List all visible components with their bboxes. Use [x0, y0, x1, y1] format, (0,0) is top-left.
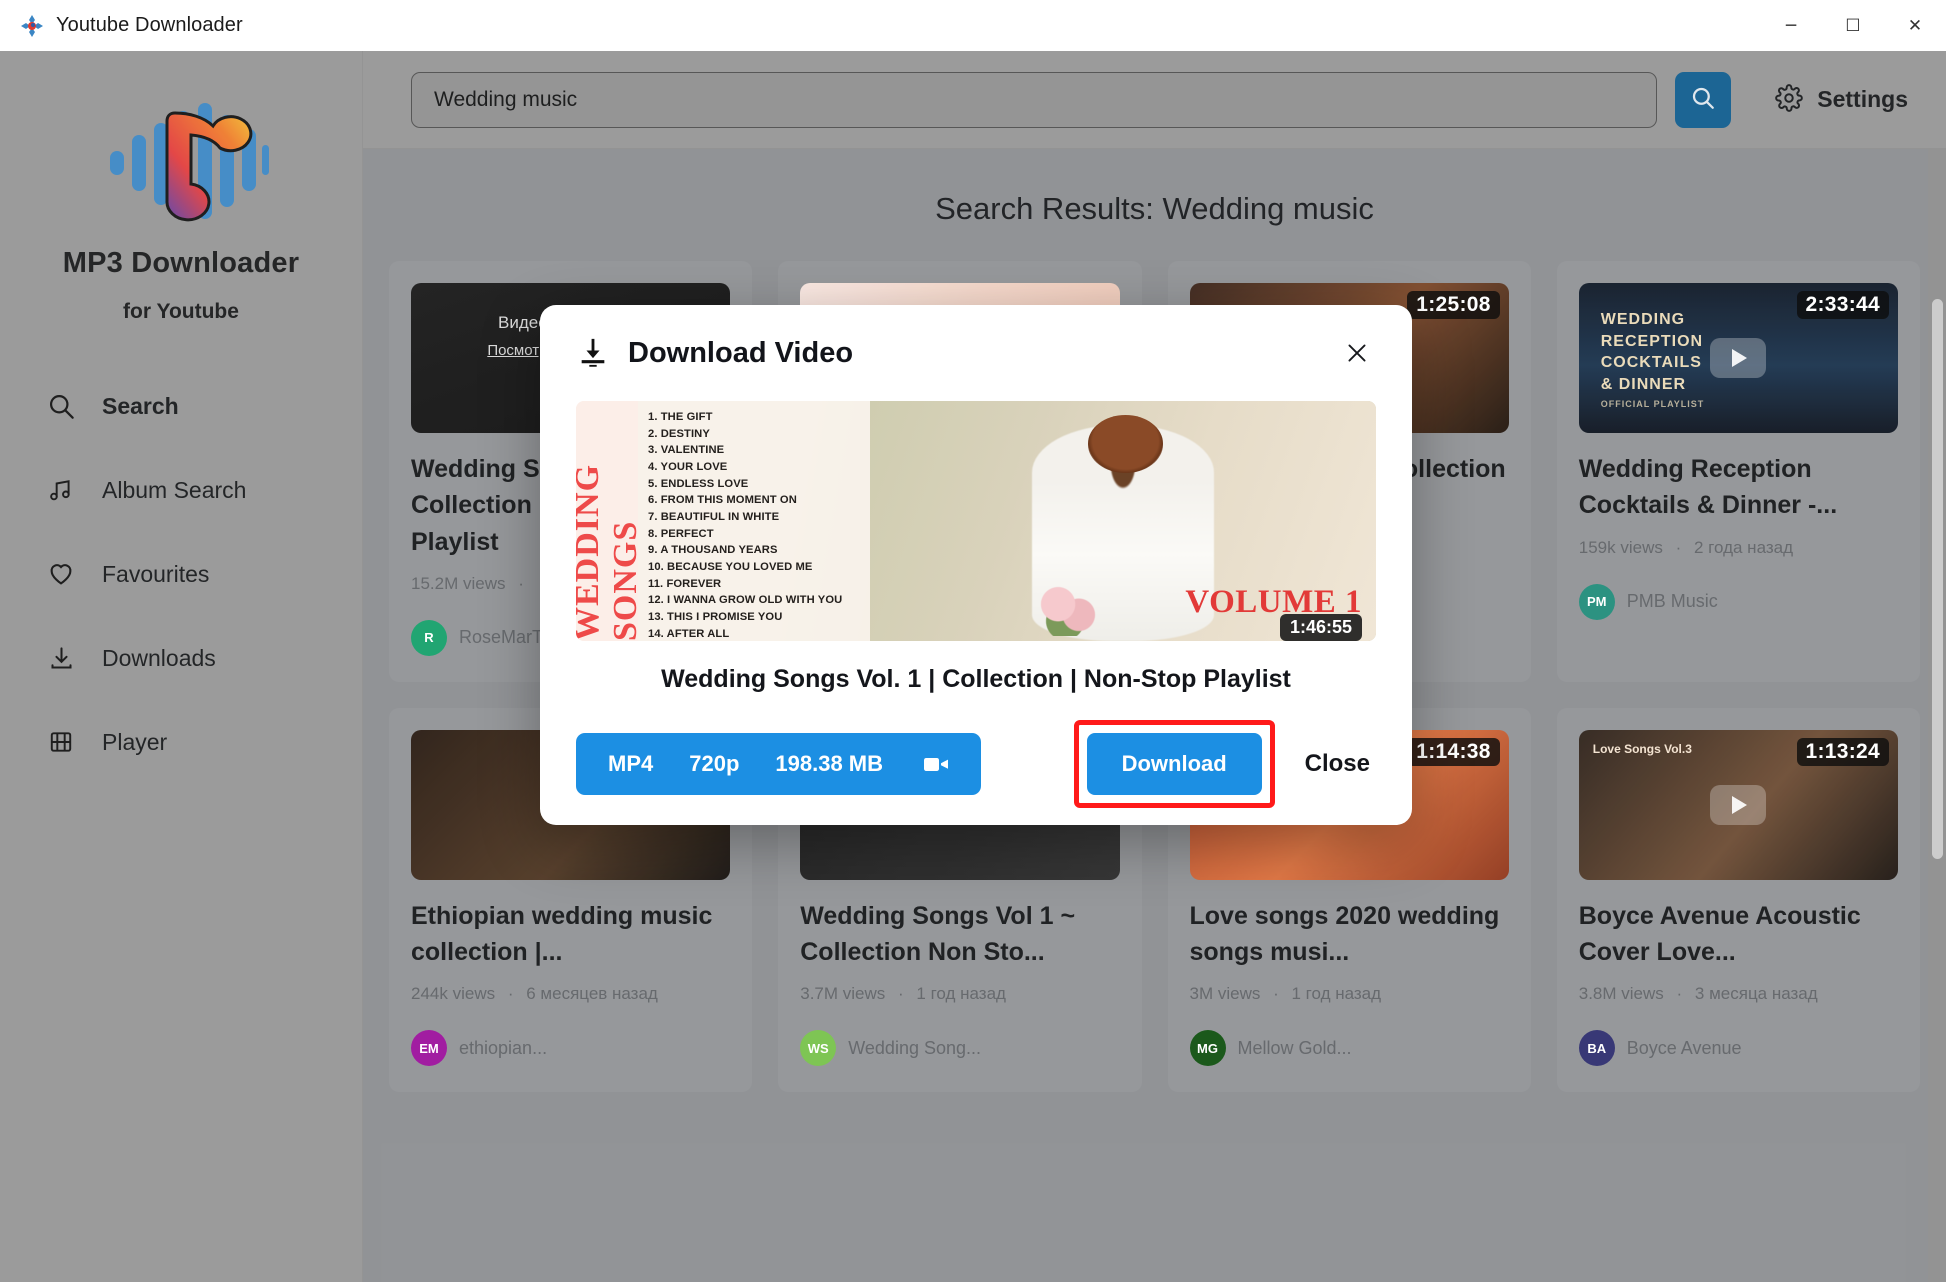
download-icon	[576, 336, 610, 370]
title-bar-left: Youtube Downloader	[0, 14, 243, 38]
thumbnail-tracklist: 1. THE GIFT 2. DESTINY 3. VALENTINE 4. Y…	[638, 401, 870, 641]
quality-label: 720p	[689, 751, 740, 776]
bride-hair	[1087, 415, 1164, 473]
thumbnail-spine: WEDDING SONGS	[576, 401, 644, 641]
filesize-label: 198.38 MB	[775, 751, 884, 776]
close-window-button[interactable]: ✕	[1884, 0, 1946, 51]
maximize-button[interactable]: ☐	[1822, 0, 1884, 51]
dialog-header: Download Video	[576, 305, 1376, 401]
window-title: Youtube Downloader	[56, 14, 243, 36]
dialog-title: Download Video	[628, 336, 854, 369]
video-camera-icon	[923, 754, 949, 774]
window-controls: ─ ☐ ✕	[1760, 0, 1946, 51]
format-selector[interactable]: MP4 720p 198.38 MB	[576, 733, 982, 795]
video-thumbnail-preview: WEDDING SONGS 1. THE GIFT 2. DESTINY 3. …	[576, 401, 1376, 641]
format-label: MP4	[608, 751, 654, 776]
app-logo-icon	[20, 14, 44, 38]
application-window: Youtube Downloader ─ ☐ ✕ MP3 Downloader …	[0, 0, 1946, 1282]
minimize-button[interactable]: ─	[1760, 0, 1822, 51]
dialog-video-title: Wedding Songs Vol. 1 | Collection | Non-…	[661, 665, 1291, 693]
bouquet	[1021, 583, 1108, 637]
dialog-actions: MP4 720p 198.38 MB Download Close	[576, 720, 1376, 808]
duration-badge: 1:46:55	[1279, 614, 1362, 641]
download-button[interactable]: Download	[1086, 733, 1262, 795]
close-icon[interactable]	[1338, 334, 1376, 372]
spine-text: WEDDING SONGS	[576, 463, 644, 641]
title-bar: Youtube Downloader ─ ☐ ✕	[0, 0, 1946, 51]
thumbnail-photo: VOLUME 1	[870, 401, 1376, 641]
cancel-button[interactable]: Close	[1305, 750, 1370, 778]
download-button-highlight: Download	[1073, 720, 1275, 808]
download-video-dialog: Download Video WEDDING SONGS 1. THE GIFT…	[540, 305, 1412, 825]
